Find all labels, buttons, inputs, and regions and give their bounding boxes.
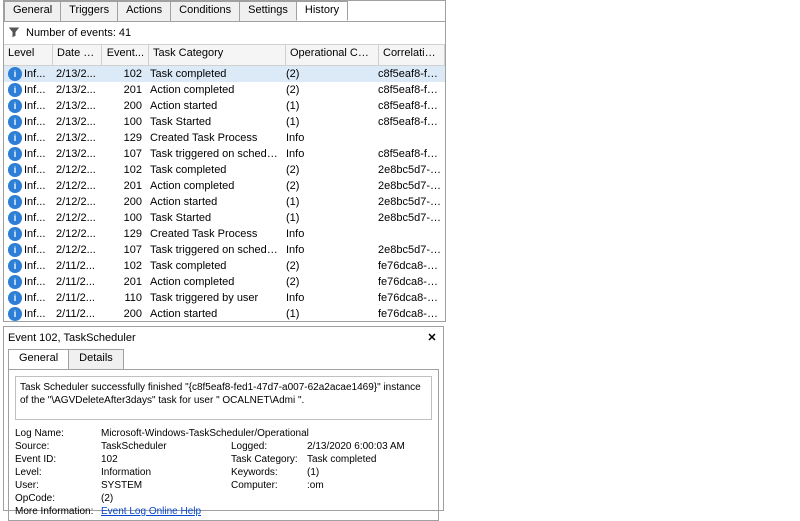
main-tab-strip: GeneralTriggersActionsConditionsSettings… (4, 1, 445, 22)
col-category[interactable]: Task Category (149, 45, 286, 65)
col-correlation[interactable]: Correlation Id (379, 45, 445, 65)
detail-tab-general[interactable]: General (8, 349, 69, 369)
table-row[interactable]: iInf...2/12/2...102Task completed(2)2e8b… (4, 162, 445, 178)
table-row[interactable]: iInf...2/13/2...200Action started(1)c8f5… (4, 98, 445, 114)
lab-keywords: Keywords: (231, 467, 307, 478)
lab-logged: Logged: (231, 441, 307, 452)
tab-history[interactable]: History (296, 1, 348, 21)
val-opcode: (2) (101, 493, 437, 504)
val-level: Information (101, 467, 231, 478)
detail-properties: Log Name: Microsoft-Windows-TaskSchedule… (15, 428, 432, 517)
info-icon: i (8, 99, 22, 113)
table-row[interactable]: iInf...2/13/2...102Task completed(2)c8f5… (4, 66, 445, 82)
info-icon: i (8, 275, 22, 289)
table-row[interactable]: iInf...2/12/2...107Task triggered on sch… (4, 242, 445, 258)
tab-triggers[interactable]: Triggers (60, 1, 118, 21)
detail-tab-strip: General Details (8, 349, 439, 369)
event-grid[interactable]: iInf...2/13/2...102Task completed(2)c8f5… (4, 66, 445, 321)
val-logname: Microsoft-Windows-TaskScheduler/Operatio… (101, 428, 437, 439)
lab-moreinfo: More Information: (15, 506, 101, 517)
table-row[interactable]: iInf...2/12/2...100Task Started(1)2e8bc5… (4, 210, 445, 226)
info-icon: i (8, 307, 22, 321)
table-row[interactable]: iInf...2/12/2...200Action started(1)2e8b… (4, 194, 445, 210)
col-level[interactable]: Level (4, 45, 53, 65)
val-computer: :om (307, 480, 437, 491)
info-icon: i (8, 115, 22, 129)
val-keywords: (1) (307, 467, 437, 478)
filter-bar: Number of events: 41 (4, 22, 445, 45)
val-taskcat: Task completed (307, 454, 437, 465)
detail-title: Event 102, TaskScheduler (8, 332, 136, 344)
lab-source: Source: (15, 441, 101, 452)
col-date[interactable]: Date a... (53, 45, 102, 65)
info-icon: i (8, 147, 22, 161)
info-icon: i (8, 179, 22, 193)
lab-taskcat: Task Category: (231, 454, 307, 465)
col-opcode[interactable]: Operational Code (286, 45, 379, 65)
info-icon: i (8, 227, 22, 241)
table-row[interactable]: iInf...2/11/2...110Task triggered by use… (4, 290, 445, 306)
val-logged: 2/13/2020 6:00:03 AM (307, 441, 437, 452)
val-user: SYSTEM (101, 480, 231, 491)
table-row[interactable]: iInf...2/13/2...201Action completed(2)c8… (4, 82, 445, 98)
info-icon: i (8, 67, 22, 81)
val-eventid: 102 (101, 454, 231, 465)
info-icon: i (8, 243, 22, 257)
table-row[interactable]: iInf...2/13/2...129Created Task ProcessI… (4, 130, 445, 146)
grid-header: Level Date a... Event... Task Category O… (4, 45, 445, 66)
val-source: TaskScheduler (101, 441, 231, 452)
info-icon: i (8, 291, 22, 305)
history-panel: GeneralTriggersActionsConditionsSettings… (3, 0, 446, 322)
tab-general[interactable]: General (4, 1, 61, 21)
info-icon: i (8, 195, 22, 209)
col-event[interactable]: Event... (102, 45, 149, 65)
detail-content: Task Scheduler successfully finished "{c… (8, 369, 439, 521)
close-icon[interactable]: ✕ (425, 331, 439, 345)
info-icon: i (8, 163, 22, 177)
lab-user: User: (15, 480, 101, 491)
info-icon: i (8, 83, 22, 97)
lab-eventid: Event ID: (15, 454, 101, 465)
table-row[interactable]: iInf...2/11/2...200Action started(1)fe76… (4, 306, 445, 321)
lab-computer: Computer: (231, 480, 307, 491)
table-row[interactable]: iInf...2/13/2...107Task triggered on sch… (4, 146, 445, 162)
detail-message: Task Scheduler successfully finished "{c… (15, 376, 432, 420)
info-icon: i (8, 259, 22, 273)
event-count-label: Number of events: 41 (26, 27, 131, 39)
tab-conditions[interactable]: Conditions (170, 1, 240, 21)
table-row[interactable]: iInf...2/11/2...201Action completed(2)fe… (4, 274, 445, 290)
tab-actions[interactable]: Actions (117, 1, 171, 21)
event-detail-panel: Event 102, TaskScheduler ✕ General Detai… (3, 326, 444, 511)
table-row[interactable]: iInf...2/13/2...100Task Started(1)c8f5ea… (4, 114, 445, 130)
lab-logname: Log Name: (15, 428, 101, 439)
tab-settings[interactable]: Settings (239, 1, 297, 21)
filter-icon[interactable] (8, 26, 20, 41)
table-row[interactable]: iInf...2/11/2...102Task completed(2)fe76… (4, 258, 445, 274)
detail-tab-details[interactable]: Details (68, 349, 124, 369)
event-log-help-link[interactable]: Event Log Online Help (101, 506, 201, 517)
info-icon: i (8, 211, 22, 225)
table-row[interactable]: iInf...2/12/2...201Action completed(2)2e… (4, 178, 445, 194)
lab-level: Level: (15, 467, 101, 478)
info-icon: i (8, 131, 22, 145)
table-row[interactable]: iInf...2/12/2...129Created Task ProcessI… (4, 226, 445, 242)
lab-opcode: OpCode: (15, 493, 101, 504)
